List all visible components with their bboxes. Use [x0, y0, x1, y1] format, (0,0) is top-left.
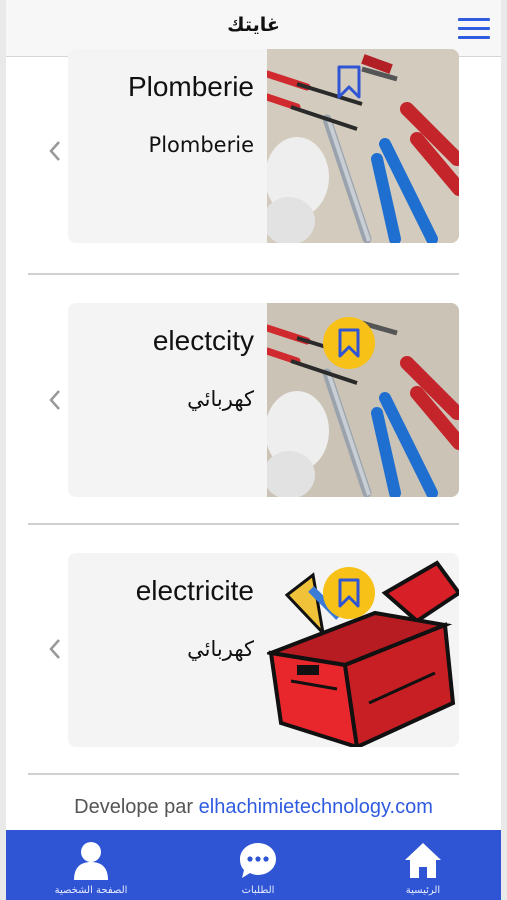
- credit-prefix: Develope par: [74, 796, 194, 818]
- divider: [28, 773, 459, 775]
- chevron-left-icon[interactable]: [46, 388, 66, 412]
- chat-bubble-icon: [240, 843, 276, 878]
- nav-label: الرئيسية: [405, 885, 441, 896]
- bookmark-icon[interactable]: [323, 567, 375, 619]
- person-icon: [74, 842, 108, 880]
- nav-tab-profile[interactable]: الصفحة الشخصية: [31, 836, 151, 896]
- bottom-navigation: الصفحة الشخصية الطلبات الرئيسية: [6, 830, 501, 900]
- home-icon: [405, 843, 441, 878]
- service-subtitle: Plomberie: [148, 133, 254, 157]
- chevron-left-icon[interactable]: [46, 139, 66, 163]
- bookmark-icon[interactable]: [336, 65, 362, 104]
- app-title: غايتك: [227, 14, 280, 36]
- service-card-electricite[interactable]: electricite كهربائي: [68, 553, 459, 747]
- service-card-plomberie[interactable]: Plomberie Plomberie: [68, 49, 459, 243]
- service-name: electcity: [152, 325, 254, 356]
- service-name: electricite: [135, 575, 254, 606]
- service-name: Plomberie: [127, 71, 254, 102]
- service-image-tools: [267, 49, 459, 243]
- nav-tab-orders[interactable]: الطلبات: [198, 836, 318, 896]
- app-screen: غايتك Plomberie Plomberie electcity كهرب…: [6, 0, 501, 900]
- bookmark-icon[interactable]: [323, 317, 375, 369]
- developer-credit: Develope par elhachimietechnology.com: [6, 796, 501, 819]
- divider: [28, 523, 459, 525]
- nav-tab-home[interactable]: الرئيسية: [363, 836, 483, 896]
- service-subtitle: كهربائي: [187, 637, 254, 661]
- chevron-left-icon[interactable]: [46, 637, 66, 661]
- developer-link[interactable]: elhachimietechnology.com: [199, 796, 433, 818]
- nav-label: الصفحة الشخصية: [54, 885, 128, 896]
- service-card-electcity[interactable]: electcity كهربائي: [68, 303, 459, 497]
- hamburger-menu-icon[interactable]: [458, 18, 490, 40]
- nav-label: الطلبات: [241, 885, 275, 896]
- service-subtitle: كهربائي: [187, 387, 254, 411]
- divider: [28, 273, 459, 275]
